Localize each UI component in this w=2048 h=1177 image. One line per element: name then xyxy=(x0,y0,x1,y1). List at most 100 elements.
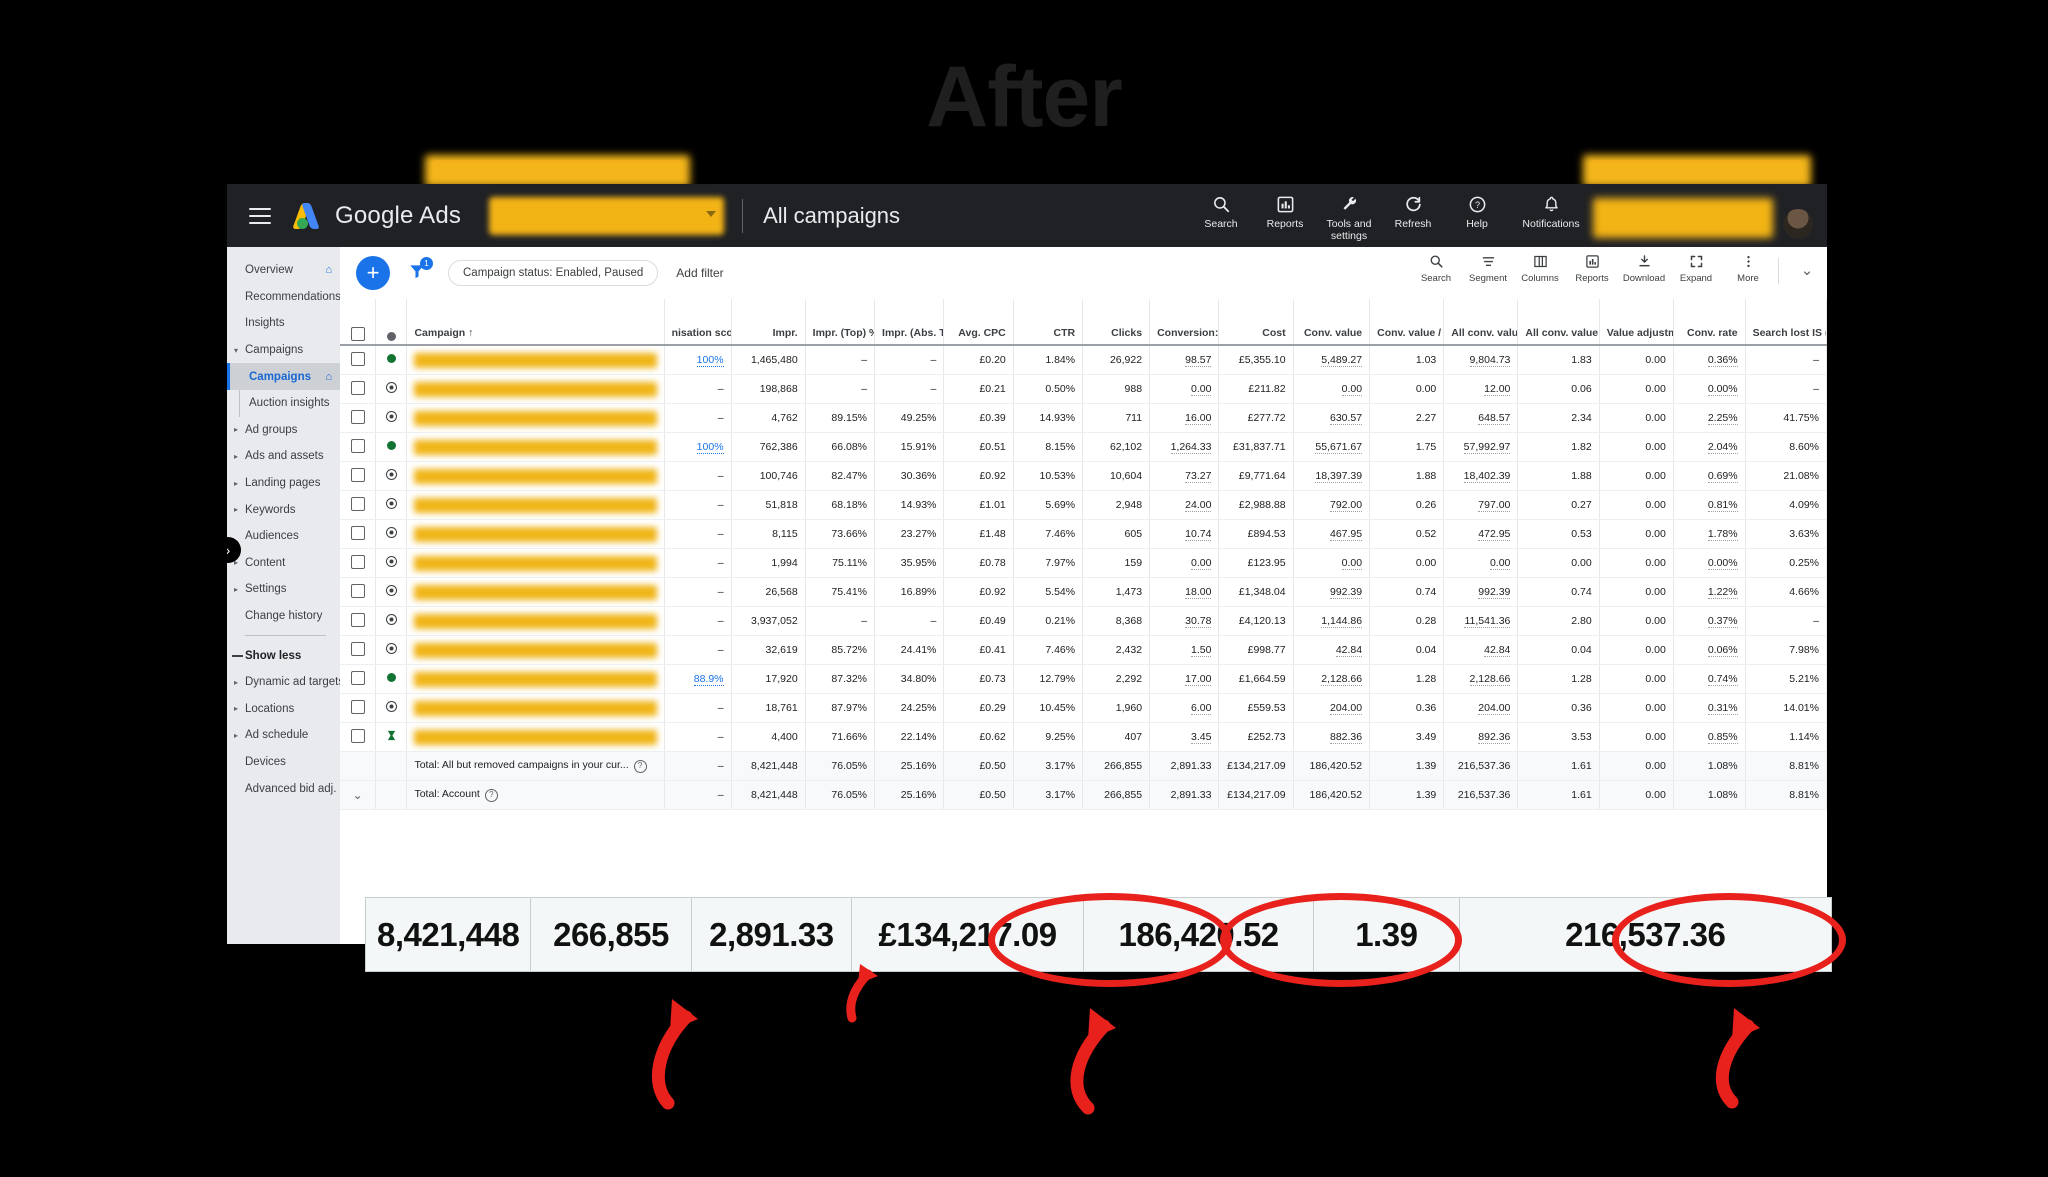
row-status-cell[interactable] xyxy=(375,606,408,636)
columns-button[interactable]: Columns xyxy=(1514,252,1566,284)
row-checkbox[interactable] xyxy=(350,699,365,714)
row-status-cell[interactable] xyxy=(375,664,408,694)
row-checkbox[interactable] xyxy=(350,351,365,366)
row-checkbox-cell[interactable] xyxy=(340,606,377,636)
row-checkbox[interactable] xyxy=(350,728,365,743)
help-icon[interactable]: ? xyxy=(633,760,647,773)
row-checkbox-cell[interactable] xyxy=(340,461,377,491)
campaign-name-cell[interactable] xyxy=(406,606,665,636)
header-conversions[interactable]: Conversion: xyxy=(1149,299,1220,346)
campaign-name-cell[interactable] xyxy=(406,374,665,404)
filter-icon[interactable]: 1 xyxy=(408,256,433,285)
row-checkbox[interactable] xyxy=(350,641,365,656)
table-row[interactable]: –26,568 75.41% 16.89% £0.92 5.54% 1,473 18.00 £… xyxy=(340,577,1827,607)
header-all-conv-value[interactable]: All conv. value xyxy=(1443,299,1519,346)
sidebar-item-change-history[interactable]: Change history xyxy=(227,603,340,630)
account-selector[interactable] xyxy=(489,196,725,235)
sidebar-item-overview[interactable]: Overview ⌂ xyxy=(227,257,340,284)
header-impr-top[interactable]: Impr. (Top) % xyxy=(805,299,876,346)
row-status-cell[interactable] xyxy=(375,548,408,578)
table-row[interactable]: 88.9% 17,920 87.32% 34.80% £0.73 12.79% 2,292 1… xyxy=(340,664,1827,694)
top-search-button[interactable]: Search xyxy=(1189,192,1253,230)
table-row[interactable]: –198,868– – £0.21 0.50% 988 0.00 £211.82 0.00 0.… xyxy=(340,374,1827,404)
campaign-name-cell[interactable] xyxy=(406,432,665,462)
sidebar-item-auction-insights[interactable]: Auction insights xyxy=(227,390,340,417)
optimisation-score-cell[interactable]: 88.9% xyxy=(664,664,732,694)
header-impr-abs-top[interactable]: Impr. (Abs. Top) % xyxy=(874,299,945,346)
header-conv-rate[interactable]: Conv. rate xyxy=(1673,299,1746,346)
filter-chip-campaign-status[interactable]: Campaign status: Enabled, Paused xyxy=(448,260,659,286)
sidebar-item-ads-and-assets[interactable]: ▸ Ads and assets xyxy=(227,443,340,470)
row-checkbox-cell[interactable] xyxy=(340,577,377,607)
campaign-name-cell[interactable] xyxy=(406,722,665,752)
row-status-cell[interactable] xyxy=(375,577,408,607)
help-icon[interactable]: ? xyxy=(484,789,498,802)
row-checkbox-cell[interactable] xyxy=(340,722,377,752)
table-row[interactable]: –100,746 82.47% 30.36% £0.92 10.53% 10,604 73.… xyxy=(340,461,1827,491)
optimisation-score-cell[interactable]: 100% xyxy=(664,432,732,462)
row-status-cell[interactable] xyxy=(375,403,408,433)
header-search-lost-is-budget[interactable]: Search lost IS (budget) xyxy=(1745,299,1827,346)
sidebar-item-dynamic-ad-targets[interactable]: ▸ Dynamic ad targets xyxy=(227,669,344,696)
total-expand-cell[interactable]: ⌄ xyxy=(340,780,377,810)
row-checkbox[interactable] xyxy=(350,554,365,569)
header-clicks[interactable]: Clicks xyxy=(1082,299,1151,346)
row-checkbox[interactable] xyxy=(350,525,365,540)
row-checkbox[interactable] xyxy=(350,467,365,482)
table-reports-button[interactable]: Reports xyxy=(1566,252,1618,284)
header-campaign[interactable]: Campaign ↑ xyxy=(406,299,665,346)
row-checkbox[interactable] xyxy=(350,438,365,453)
table-row[interactable]: –51,818 68.18% 14.93% £1.01 5.69% 2,948 24.00 £… xyxy=(340,490,1827,520)
row-status-cell[interactable] xyxy=(375,693,408,723)
row-checkbox-cell[interactable] xyxy=(340,432,377,462)
sidebar-show-less[interactable]: Show less xyxy=(227,642,340,669)
add-campaign-button[interactable]: + xyxy=(356,256,390,290)
row-checkbox[interactable] xyxy=(350,409,365,424)
header-value-adjustment[interactable]: Value adjustment xyxy=(1599,299,1674,346)
sidebar-item-insights[interactable]: Insights xyxy=(227,310,340,337)
header-avg-cpc[interactable]: Avg. CPC xyxy=(943,299,1014,346)
row-status-cell[interactable] xyxy=(375,345,408,375)
campaign-name-cell[interactable] xyxy=(406,519,665,549)
menu-icon[interactable] xyxy=(249,207,271,224)
table-row[interactable]: –8,115 73.66% 23.27% £1.48 7.46% 605 10.74 £894… xyxy=(340,519,1827,549)
row-checkbox-cell[interactable] xyxy=(340,345,377,375)
campaign-name-cell[interactable] xyxy=(406,664,665,694)
notifications-button[interactable]: Notifications xyxy=(1509,192,1593,230)
table-search-button[interactable]: Search xyxy=(1410,252,1462,284)
segment-button[interactable]: Segment xyxy=(1462,252,1514,284)
table-row[interactable]: 100% 762,386 66.08% 15.91% £0.51 8.15% 62,102 1… xyxy=(340,432,1827,462)
top-reports-button[interactable]: Reports xyxy=(1253,192,1317,230)
row-status-cell[interactable] xyxy=(375,635,408,665)
row-checkbox[interactable] xyxy=(350,612,365,627)
row-checkbox-cell[interactable] xyxy=(340,664,377,694)
sidebar-item-advanced-bid-adj[interactable]: Advanced bid adj. xyxy=(227,775,340,802)
expand-button[interactable]: Expand xyxy=(1670,252,1722,284)
select-all-checkbox-cell[interactable] xyxy=(340,299,377,346)
avatar[interactable] xyxy=(1783,208,1813,239)
row-checkbox-cell[interactable] xyxy=(340,403,377,433)
sidebar-item-ad-groups[interactable]: ▸ Ad groups xyxy=(227,417,340,444)
campaign-name-cell[interactable] xyxy=(406,345,665,375)
row-checkbox-cell[interactable] xyxy=(340,490,377,520)
table-row[interactable]: –3,937,052– – £0.49 0.21% 8,368 30.78 £4,120.1… xyxy=(340,606,1827,636)
row-checkbox[interactable] xyxy=(350,380,365,395)
chevron-down-icon[interactable]: ⌄ xyxy=(353,788,363,802)
campaign-name-cell[interactable] xyxy=(406,577,665,607)
row-checkbox-cell[interactable] xyxy=(340,374,377,404)
optimisation-score-link[interactable]: 100% xyxy=(696,441,724,454)
sidebar-item-content[interactable]: ▸ Content xyxy=(227,550,340,577)
table-row[interactable]: –1,994 75.11% 35.95% £0.78 7.97% 159 0.00 £123.… xyxy=(340,548,1827,578)
table-row[interactable]: –18,761 87.97% 24.25% £0.29 10.45% 1,960 6.00 £… xyxy=(340,693,1827,723)
table-row[interactable]: –4,762 89.15% 49.25% £0.39 14.93% 711 16.00 £27… xyxy=(340,403,1827,433)
sidebar-item-devices[interactable]: Devices xyxy=(227,749,340,776)
sidebar-item-ad-schedule[interactable]: ▸ Ad schedule xyxy=(227,722,340,749)
sidebar-item-audiences[interactable]: Audiences xyxy=(227,523,340,550)
row-status-cell[interactable] xyxy=(375,722,408,752)
header-all-conv-value-per-cost[interactable]: All conv. value / cost xyxy=(1517,299,1600,346)
row-status-cell[interactable] xyxy=(375,374,408,404)
sidebar-item-keywords[interactable]: ▸ Keywords xyxy=(227,496,340,523)
row-checkbox[interactable] xyxy=(350,496,365,511)
row-checkbox-cell[interactable] xyxy=(340,548,377,578)
header-impr[interactable]: Impr. xyxy=(731,299,806,346)
